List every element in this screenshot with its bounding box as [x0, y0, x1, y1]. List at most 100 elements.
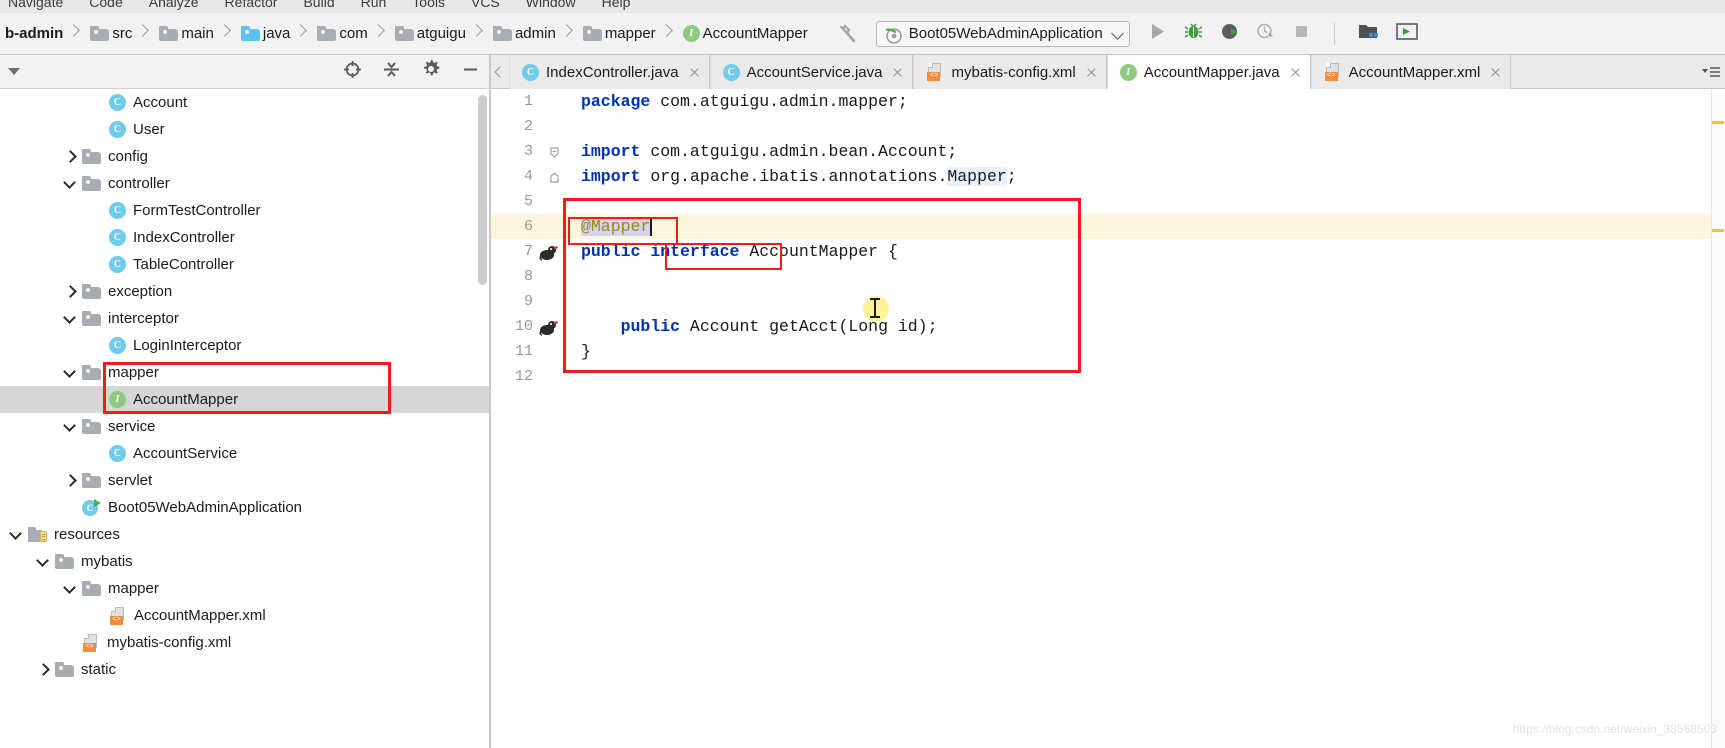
project-tree-scrollbar[interactable]: [478, 95, 487, 285]
chevron-down-icon[interactable]: [63, 177, 76, 190]
breadcrumb-item-java[interactable]: java: [234, 13, 290, 55]
terminal-window-icon[interactable]: [1395, 22, 1418, 46]
chevron-down-icon[interactable]: [63, 420, 76, 433]
breadcrumb-item-accountmapper[interactable]: I AccountMapper: [676, 13, 808, 55]
menu-item-window[interactable]: Window: [526, 0, 576, 13]
close-icon[interactable]: [891, 66, 904, 79]
gutter-line-12[interactable]: 12: [491, 364, 571, 389]
tree-node-config[interactable]: config: [0, 143, 490, 170]
menu-item-tools[interactable]: Tools: [412, 0, 445, 13]
project-tree[interactable]: C Account C User config controller C FormTestCo…: [0, 89, 490, 748]
debug-button[interactable]: [1184, 22, 1203, 46]
tree-node-static[interactable]: static: [0, 656, 490, 683]
collapse-all-icon[interactable]: [382, 60, 401, 84]
chevron-right-icon[interactable]: [36, 663, 49, 676]
tree-node-mapper[interactable]: mapper: [0, 359, 490, 386]
tree-node-mybatis[interactable]: mybatis: [0, 548, 490, 575]
tree-node-mybatis-config-xml[interactable]: <> mybatis-config.xml: [0, 629, 490, 656]
gutter-line-10[interactable]: 10: [491, 314, 571, 339]
tree-node-accountmapper[interactable]: I AccountMapper: [0, 386, 490, 413]
chevron-down-icon[interactable]: [63, 312, 76, 325]
breadcrumb-item-admin[interactable]: admin: [486, 13, 556, 55]
caret-down-icon[interactable]: [8, 68, 20, 75]
close-icon[interactable]: [1085, 66, 1098, 79]
gutter-line-5[interactable]: 5: [491, 189, 571, 214]
tree-node-formtestcontroller[interactable]: C FormTestController: [0, 197, 490, 224]
tree-node-controller[interactable]: controller: [0, 170, 490, 197]
gutter-line-8[interactable]: 8: [491, 264, 571, 289]
menu-item-navigate[interactable]: Navigate: [8, 0, 63, 13]
gutter-line-3[interactable]: 3: [491, 139, 571, 164]
tree-node-exception[interactable]: exception: [0, 278, 490, 305]
tab-list-icon[interactable]: [1701, 55, 1725, 88]
breadcrumb-item-main[interactable]: main: [152, 13, 214, 55]
chevron-right-icon[interactable]: [63, 285, 76, 298]
code-editor[interactable]: 1 2 3 4 5 6 7 8 9 10 11 12 package com.atguigu.admi…: [491, 89, 1725, 748]
chevron-right-icon[interactable]: [63, 474, 76, 487]
close-icon[interactable]: [688, 66, 701, 79]
run-configuration-selector[interactable]: Boot05WebAdminApplication: [875, 20, 1130, 47]
gutter-line-6[interactable]: 6: [491, 214, 571, 239]
menu-item-help[interactable]: Help: [602, 0, 631, 13]
chevron-left-icon[interactable]: [491, 55, 509, 88]
minimize-icon[interactable]: [461, 60, 480, 84]
tree-node-accountmapper-xml[interactable]: <> AccountMapper.xml: [0, 602, 490, 629]
tree-node-logininterceptor[interactable]: C LoginInterceptor: [0, 332, 490, 359]
tree-node-accountservice[interactable]: C AccountService: [0, 440, 490, 467]
breadcrumb-item-mapper[interactable]: mapper: [576, 13, 656, 55]
tree-node-indexcontroller[interactable]: C IndexController: [0, 224, 490, 251]
breadcrumb[interactable]: b-admin src main java com atguigu admin mapper I…: [0, 13, 808, 55]
breadcrumb-item-com[interactable]: com: [310, 13, 368, 55]
menu-item-code[interactable]: Code: [89, 0, 122, 13]
locate-target-icon[interactable]: [343, 60, 362, 84]
code-fold-icon[interactable]: [549, 170, 560, 183]
close-icon[interactable]: [1489, 66, 1502, 79]
tree-node-mapper[interactable]: mapper: [0, 575, 490, 602]
chevron-down-icon[interactable]: [1113, 29, 1122, 38]
run-with-coverage-button[interactable]: [1220, 22, 1239, 46]
editor-code-area[interactable]: package com.atguigu.admin.mapper; import…: [571, 89, 1725, 748]
chevron-down-icon[interactable]: [63, 366, 76, 379]
gutter-line-1[interactable]: 1: [491, 89, 571, 114]
chevron-down-icon[interactable]: [9, 528, 22, 541]
tree-node-servlet[interactable]: servlet: [0, 467, 490, 494]
menu-item-refactor[interactable]: Refactor: [225, 0, 278, 13]
editor-tab-accountmapper-xml[interactable]: <> AccountMapper.xml: [1310, 55, 1512, 89]
gutter-line-2[interactable]: 2: [491, 114, 571, 139]
profile-button[interactable]: [1256, 22, 1275, 46]
project-structure-button[interactable]: [1358, 22, 1379, 46]
editor-error-stripe[interactable]: [1711, 89, 1725, 748]
code-fold-icon[interactable]: [549, 145, 560, 158]
gutter-line-11[interactable]: 11: [491, 339, 571, 364]
menu-item-build[interactable]: Build: [303, 0, 334, 13]
build-project-button[interactable]: [836, 22, 860, 46]
chevron-down-icon[interactable]: [36, 555, 49, 568]
menu-item-analyze[interactable]: Analyze: [149, 0, 199, 13]
tree-node-boot05webadminapplication[interactable]: C Boot05WebAdminApplication: [0, 494, 490, 521]
close-icon[interactable]: [1289, 66, 1302, 79]
tree-node-tablecontroller[interactable]: C TableController: [0, 251, 490, 278]
tree-node-service[interactable]: service: [0, 413, 490, 440]
editor-tab-accountservice-java[interactable]: C AccountService.java: [709, 55, 914, 89]
gutter-line-7[interactable]: 7: [491, 239, 571, 264]
gutter-line-4[interactable]: 4: [491, 164, 571, 189]
gear-icon[interactable]: [421, 59, 441, 84]
editor-tab-mybatis-config-xml[interactable]: <> mybatis-config.xml: [913, 55, 1107, 89]
tree-node-interceptor[interactable]: interceptor: [0, 305, 490, 332]
menu-item-vcs[interactable]: VCS: [471, 0, 500, 13]
breadcrumb-item-atguigu[interactable]: atguigu: [388, 13, 466, 55]
editor-gutter[interactable]: 1 2 3 4 5 6 7 8 9 10 11 12: [491, 89, 571, 748]
stop-button[interactable]: [1292, 22, 1311, 46]
mybatis-navigate-icon[interactable]: [533, 239, 563, 264]
breadcrumb-item-src[interactable]: src: [83, 13, 132, 55]
breadcrumb-item-b-admin[interactable]: b-admin: [2, 13, 63, 55]
editor-tab-accountmapper-java[interactable]: I AccountMapper.java: [1106, 55, 1311, 89]
editor-tab-indexcontroller-java[interactable]: C IndexController.java: [509, 55, 710, 89]
run-button[interactable]: [1148, 22, 1167, 46]
chevron-right-icon[interactable]: [63, 150, 76, 163]
chevron-down-icon[interactable]: [63, 582, 76, 595]
tree-node-resources[interactable]: resources: [0, 521, 490, 548]
gutter-line-9[interactable]: 9: [491, 289, 571, 314]
tree-node-user[interactable]: C User: [0, 116, 490, 143]
tree-node-account[interactable]: C Account: [0, 89, 490, 116]
